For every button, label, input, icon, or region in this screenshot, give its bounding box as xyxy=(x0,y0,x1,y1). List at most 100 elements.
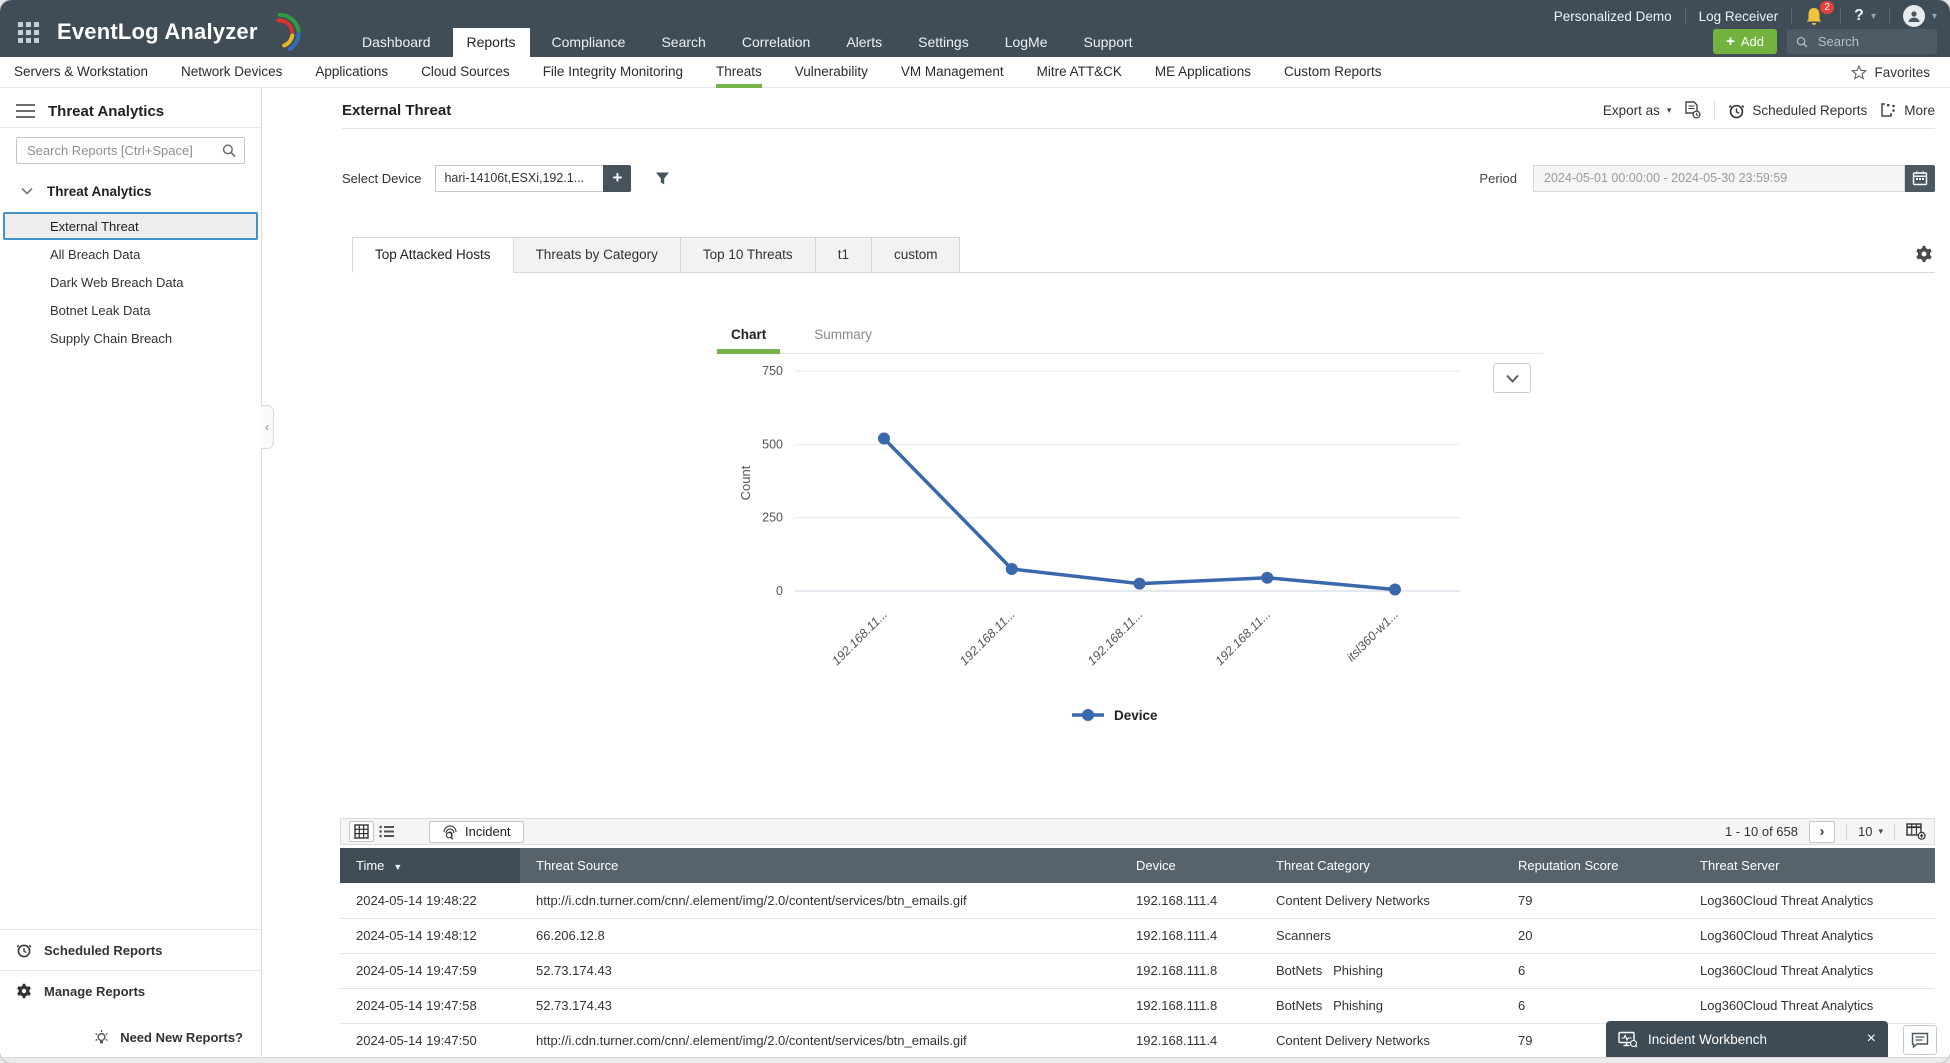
table-cell: Content Delivery Networks xyxy=(1260,883,1502,919)
svg-text:192.168.11...: 192.168.11... xyxy=(1085,607,1146,668)
sidebar-collapse-handle[interactable]: ‹ xyxy=(261,405,274,449)
notifications-button[interactable]: 2 xyxy=(1805,1,1835,27)
table-row[interactable]: 2024-05-14 19:48:22 http://i.cdn.turner.c… xyxy=(340,883,1935,919)
table-row[interactable]: 2024-05-14 19:48:12 66.206.12.8 192.168.11… xyxy=(340,918,1935,954)
sidebar-group-threat-analytics[interactable]: Threat Analytics xyxy=(0,178,261,204)
log-receiver-link[interactable]: Log Receiver xyxy=(1699,9,1779,24)
report-tab[interactable]: Top Attacked Hosts xyxy=(352,237,514,273)
need-new-reports-link[interactable]: Need New Reports? xyxy=(0,1011,261,1063)
add-device-button[interactable]: + xyxy=(603,164,632,192)
report-search-input[interactable] xyxy=(25,142,223,159)
chart-view-tabs: Chart Summary xyxy=(717,321,1542,354)
apps-grid-icon[interactable] xyxy=(14,18,43,47)
subnav-item[interactable]: VM Management xyxy=(901,57,1004,88)
table-cell: Scanners xyxy=(1260,918,1502,954)
column-header[interactable]: Threat Category xyxy=(1260,848,1502,883)
topbar-nav-item[interactable]: Reports xyxy=(452,28,530,57)
subnav-item[interactable]: Mitre ATT&CK xyxy=(1037,57,1122,88)
topbar-nav-item[interactable]: Settings xyxy=(904,28,983,57)
tab-settings-gear-icon[interactable] xyxy=(1915,245,1933,268)
logo-arcs-icon xyxy=(276,12,301,52)
table-row[interactable]: 2024-05-14 19:47:58 52.73.174.43 192.168.1… xyxy=(340,988,1935,1024)
device-select-input[interactable]: hari-14106t,ESXi,192.1... xyxy=(435,164,604,192)
column-header[interactable]: Threat Source xyxy=(520,848,1120,883)
subnav-item[interactable]: Cloud Sources xyxy=(421,57,510,88)
topbar-search xyxy=(1787,29,1937,54)
subnav-item[interactable]: ME Applications xyxy=(1155,57,1251,88)
subnav-item[interactable]: Threats xyxy=(716,57,762,88)
column-header[interactable]: Threat Server xyxy=(1684,848,1935,883)
sidebar-report-item[interactable]: Botnet Leak Data xyxy=(3,296,258,324)
export-as-button[interactable]: Export as ▾ xyxy=(1603,103,1672,118)
subnav-item[interactable]: Vulnerability xyxy=(795,57,868,88)
workbench-monitor-icon xyxy=(1618,1031,1637,1047)
sidebar-report-item[interactable]: Dark Web Breach Data xyxy=(3,268,258,296)
export-file-icon[interactable] xyxy=(1684,101,1701,119)
view-tab[interactable]: Summary xyxy=(800,321,886,354)
add-column-button[interactable] xyxy=(1906,823,1926,840)
close-icon[interactable]: × xyxy=(1867,1031,1876,1047)
table-cell: 2024-05-14 19:48:22 xyxy=(340,883,520,919)
period-input[interactable]: 2024-05-01 00:00:00 - 2024-05-30 23:59:5… xyxy=(1533,164,1905,192)
subnav-item[interactable]: File Integrity Monitoring xyxy=(543,57,683,88)
list-view-button[interactable] xyxy=(374,821,399,842)
column-header[interactable]: Device xyxy=(1120,848,1260,883)
topbar-nav-item[interactable]: Support xyxy=(1070,28,1147,57)
table-cell: 2024-05-14 19:47:58 xyxy=(340,988,520,1024)
report-tab[interactable]: t1 xyxy=(814,237,872,273)
svg-text:500: 500 xyxy=(762,437,783,451)
column-header[interactable]: Time ▼ xyxy=(340,848,520,883)
star-icon xyxy=(1851,64,1868,80)
subnav-item[interactable]: Servers & Workstation xyxy=(14,57,148,88)
next-page-button[interactable]: › xyxy=(1809,820,1835,843)
report-tab[interactable]: Top 10 Threats xyxy=(679,237,816,273)
hamburger-menu-icon[interactable] xyxy=(16,101,35,121)
scheduled-reports-button[interactable]: Scheduled Reports xyxy=(1728,102,1867,119)
topbar-nav-item[interactable]: Compliance xyxy=(538,28,640,57)
calendar-button[interactable] xyxy=(1905,164,1935,192)
page-size-dropdown[interactable]: 10 ▾ xyxy=(1858,824,1883,839)
subnav-item[interactable]: Network Devices xyxy=(181,57,282,88)
column-header[interactable]: Reputation Score xyxy=(1502,848,1684,883)
table-cell: http://i.cdn.turner.com/cnn/.element/img… xyxy=(520,1023,1120,1059)
subnav-item[interactable]: Custom Reports xyxy=(1284,57,1382,88)
table-cell: 52.73.174.43 xyxy=(520,988,1120,1024)
grid-view-icon xyxy=(354,824,369,839)
report-tab[interactable]: custom xyxy=(870,237,961,273)
sidebar-report-item[interactable]: External Threat xyxy=(3,212,258,240)
filter-icon[interactable] xyxy=(655,171,670,186)
table-cell: 192.168.111.8 xyxy=(1120,953,1260,989)
topbar-nav-item[interactable]: LogMe xyxy=(991,28,1062,57)
feedback-chat-button[interactable] xyxy=(1903,1025,1937,1055)
topbar-nav-item[interactable]: Alerts xyxy=(832,28,896,57)
manage-reports-link[interactable]: Manage Reports xyxy=(0,970,261,1011)
table-cell: http://i.cdn.turner.com/cnn/.element/img… xyxy=(520,883,1120,919)
chart-collapse-button[interactable] xyxy=(1493,363,1531,393)
table-header-row: Time ▼ Threat Source Device Threat Category R… xyxy=(340,848,1935,883)
help-menu[interactable]: ? ▾ xyxy=(1854,7,1876,25)
favorites-button[interactable]: Favorites xyxy=(1851,64,1930,80)
topbar-nav-item[interactable]: Correlation xyxy=(728,28,824,57)
table-cell: Log360Cloud Threat Analytics xyxy=(1684,918,1935,954)
table-row[interactable]: 2024-05-14 19:47:59 52.73.174.43 192.168.1… xyxy=(340,953,1935,989)
table-cell: 192.168.111.4 xyxy=(1120,883,1260,919)
view-tab[interactable]: Chart xyxy=(717,321,781,354)
grid-view-button[interactable] xyxy=(349,821,374,842)
sidebar-report-item[interactable]: All Breach Data xyxy=(3,240,258,268)
search-input[interactable] xyxy=(1815,33,1928,50)
topbar-nav-item[interactable]: Dashboard xyxy=(348,28,445,57)
add-button[interactable]: + Add xyxy=(1713,29,1777,54)
personalized-demo-link[interactable]: Personalized Demo xyxy=(1554,9,1672,24)
divider xyxy=(1846,823,1847,840)
sidebar-title: Threat Analytics xyxy=(48,102,165,120)
user-menu[interactable]: ▾ xyxy=(1902,5,1937,27)
chart-section: Chart Summary 750 500 250 0 192.168.11... 192.… xyxy=(262,273,1950,803)
report-tab[interactable]: Threats by Category xyxy=(512,237,681,273)
sidebar-report-item[interactable]: Supply Chain Breach xyxy=(3,324,258,352)
incident-button[interactable]: Incident xyxy=(429,820,524,843)
scheduled-reports-link[interactable]: Scheduled Reports xyxy=(0,929,261,970)
more-button[interactable]: More xyxy=(1880,102,1935,118)
subnav-item[interactable]: Applications xyxy=(315,57,388,88)
incident-workbench-popup[interactable]: Incident Workbench × xyxy=(1606,1021,1888,1057)
topbar-nav-item[interactable]: Search xyxy=(647,28,719,57)
